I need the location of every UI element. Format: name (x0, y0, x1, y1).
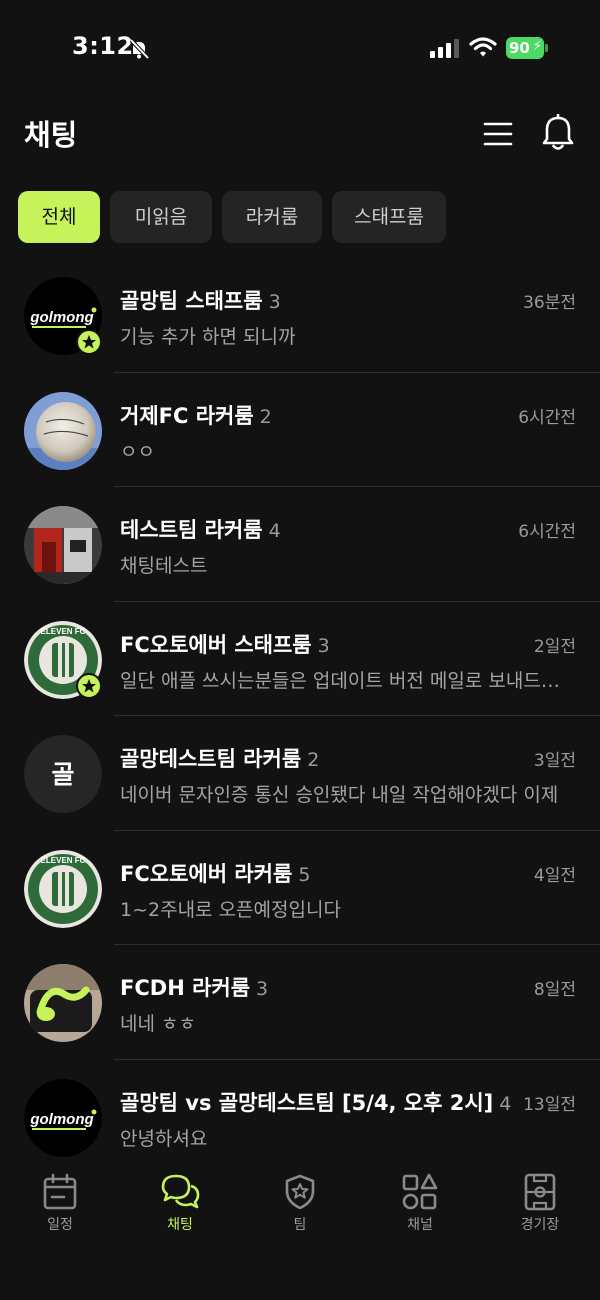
member-count: 3 (317, 634, 330, 657)
chat-row[interactable]: 거제FC 라커룸 2 6시간전 ㅇㅇ (0, 373, 600, 487)
avatar (24, 506, 102, 584)
nav-item-schedule[interactable]: 일정 (20, 1172, 100, 1234)
nav-label: 경기장 (520, 1217, 560, 1233)
chat-list: golmong 골망팀 스태프룸 3 36분전 기능 추가 하면 되니까 거제F… (0, 258, 600, 1174)
chat-row[interactable]: golmong 골망팀 vs 골망테스트팀 [5/4, 오후 2시] 4 13일전… (0, 1060, 600, 1175)
avatar: golmong (24, 1078, 102, 1157)
chat-preview: 네네 ㅎㅎ (120, 1013, 196, 1035)
filter-tab-all[interactable]: 전체 (18, 191, 100, 243)
avatar-logo-text: golmong (29, 309, 93, 326)
chat-name-text: 골망테스트팀 라커룸 (120, 747, 302, 771)
chat-row[interactable]: FCDH 라커룸 3 8일전 네네 ㅎㅎ (0, 945, 600, 1060)
member-count: 3 (268, 291, 281, 313)
nav-label: 일정 (47, 1217, 73, 1233)
status-time: 3:12 (72, 32, 134, 60)
member-count: 3 (256, 978, 269, 1000)
field-icon (524, 1173, 556, 1211)
filter-tabs: 전체 미읽음 라커룸 스태프룸 (18, 191, 446, 243)
bell-off-icon (129, 38, 150, 60)
chat-preview: 기능 추가 하면 되니까 (120, 326, 296, 348)
chat-name-text: FCDH 라커룸 (120, 976, 251, 1000)
star-icon (82, 678, 96, 692)
member-count: 2 (307, 749, 320, 771)
wifi-icon (469, 37, 497, 57)
calendar-icon (43, 1173, 77, 1210)
chat-name: 테스트팀 라커룸 4 (120, 514, 281, 544)
nav-item-team[interactable]: 팀 (260, 1172, 340, 1234)
battery-indicator: 90 ⚡ (506, 37, 548, 59)
chat-name: FCDH 라커룸 3 (120, 972, 268, 1002)
member-count: 4 (268, 520, 281, 542)
filter-tab-staffroom[interactable]: 스태프룸 (332, 191, 446, 243)
avatar-logo-text: ELEVEN FC (41, 627, 86, 636)
nav-label: 채팅 (167, 1217, 193, 1233)
chat-row[interactable]: ELEVEN FC FC오토에버 라커룸 5 4일전 1~2주내로 오픈예정입니다 (0, 831, 600, 945)
chat-bubbles-icon (161, 1174, 200, 1209)
chat-preview: 네이버 문자인증 통신 승인됐다 내일 작업해야겠다 이제 (120, 784, 559, 806)
member-count: 2 (259, 405, 272, 428)
bell-icon[interactable] (540, 114, 576, 152)
chat-preview: ㅇㅇ (120, 440, 155, 463)
staff-star-badge (76, 329, 102, 355)
avatar-logo-text: golmong (29, 1111, 93, 1128)
nav-label: 팀 (293, 1217, 307, 1233)
avatar-initial: 골 (51, 760, 74, 789)
chat-name: 거제FC 라커룸 2 (120, 400, 272, 430)
staff-star-badge (76, 672, 102, 699)
battery-level: 90 (509, 39, 530, 57)
chat-preview: 안녕하셔요 (120, 1127, 208, 1150)
chat-name: 골망테스트팀 라커룸 2 (120, 743, 319, 773)
chat-name-text: 골망팀 스태프룸 (120, 289, 263, 313)
shield-star-icon (285, 1174, 315, 1210)
chat-time: 3일전 (533, 751, 576, 771)
chat-preview: 일단 애플 쓰시는분들은 업데이트 버전 메일로 보내드리겠습니다 (120, 669, 576, 692)
chat-name: 골망팀 vs 골망테스트팀 [5/4, 오후 2시] 4 (120, 1087, 511, 1117)
chat-name-text: 테스트팀 라커룸 (120, 518, 263, 542)
avatar: ELEVEN FC (24, 849, 102, 928)
chat-time: 6시간전 (518, 522, 576, 542)
bottom-nav: 일정 채팅 팀 채널 경기장 (0, 1158, 600, 1300)
nav-item-chat[interactable]: 채팅 (140, 1172, 220, 1234)
filter-tab-unread[interactable]: 미읽음 (110, 191, 212, 243)
shapes-icon (402, 1173, 438, 1210)
chat-time: 6시간전 (518, 407, 576, 428)
signal-icon (430, 39, 459, 58)
chat-time: 13일전 (523, 1094, 576, 1115)
nav-label: 채널 (407, 1217, 433, 1233)
chat-row[interactable]: ELEVEN FC FC오토에버 스태프룸 3 2일전 일단 애플 쓰시는분들은 … (0, 602, 600, 716)
chat-name-text: FC오토에버 스태프룸 (120, 632, 312, 657)
chat-time: 36분전 (523, 293, 576, 313)
star-icon (82, 335, 96, 349)
avatar-logo-text: ELEVEN FC (41, 856, 86, 865)
page-title: 채팅 (24, 118, 78, 152)
avatar (24, 964, 102, 1042)
chat-row[interactable]: 테스트팀 라커룸 4 6시간전 채팅테스트 (0, 487, 600, 602)
chat-preview: 1~2주내로 오픈예정입니다 (120, 898, 341, 921)
filter-tab-lockerroom[interactable]: 라커룸 (222, 191, 322, 243)
chat-name-text: 골망팀 vs 골망테스트팀 [5/4, 오후 2시] (120, 1090, 494, 1115)
nav-item-channel[interactable]: 채널 (380, 1172, 460, 1234)
chat-name: 골망팀 스태프룸 3 (120, 285, 281, 315)
chat-preview: 채팅테스트 (120, 555, 208, 577)
chat-time: 2일전 (533, 636, 576, 657)
chat-name-text: 거제FC 라커룸 (120, 403, 254, 428)
charging-icon: ⚡ (532, 39, 542, 54)
chat-name: FC오토에버 라커룸 5 (120, 858, 310, 888)
chat-time: 4일전 (533, 865, 576, 886)
member-count: 5 (298, 863, 311, 886)
avatar (24, 391, 102, 470)
status-bar: 3:12 90 ⚡ (0, 0, 600, 96)
chat-row[interactable]: golmong 골망팀 스태프룸 3 36분전 기능 추가 하면 되니까 (0, 258, 600, 373)
avatar: 골 (24, 735, 102, 813)
chat-name-text: FC오토에버 라커룸 (120, 861, 293, 886)
chat-time: 8일전 (533, 980, 576, 1000)
menu-icon[interactable] (482, 118, 514, 150)
member-count: 4 (499, 1092, 512, 1115)
chat-name: FC오토에버 스태프룸 3 (120, 629, 330, 659)
nav-item-stadium[interactable]: 경기장 (500, 1172, 580, 1234)
chat-row[interactable]: 골 골망테스트팀 라커룸 2 3일전 네이버 문자인증 통신 승인됐다 내일 작업… (0, 716, 600, 831)
